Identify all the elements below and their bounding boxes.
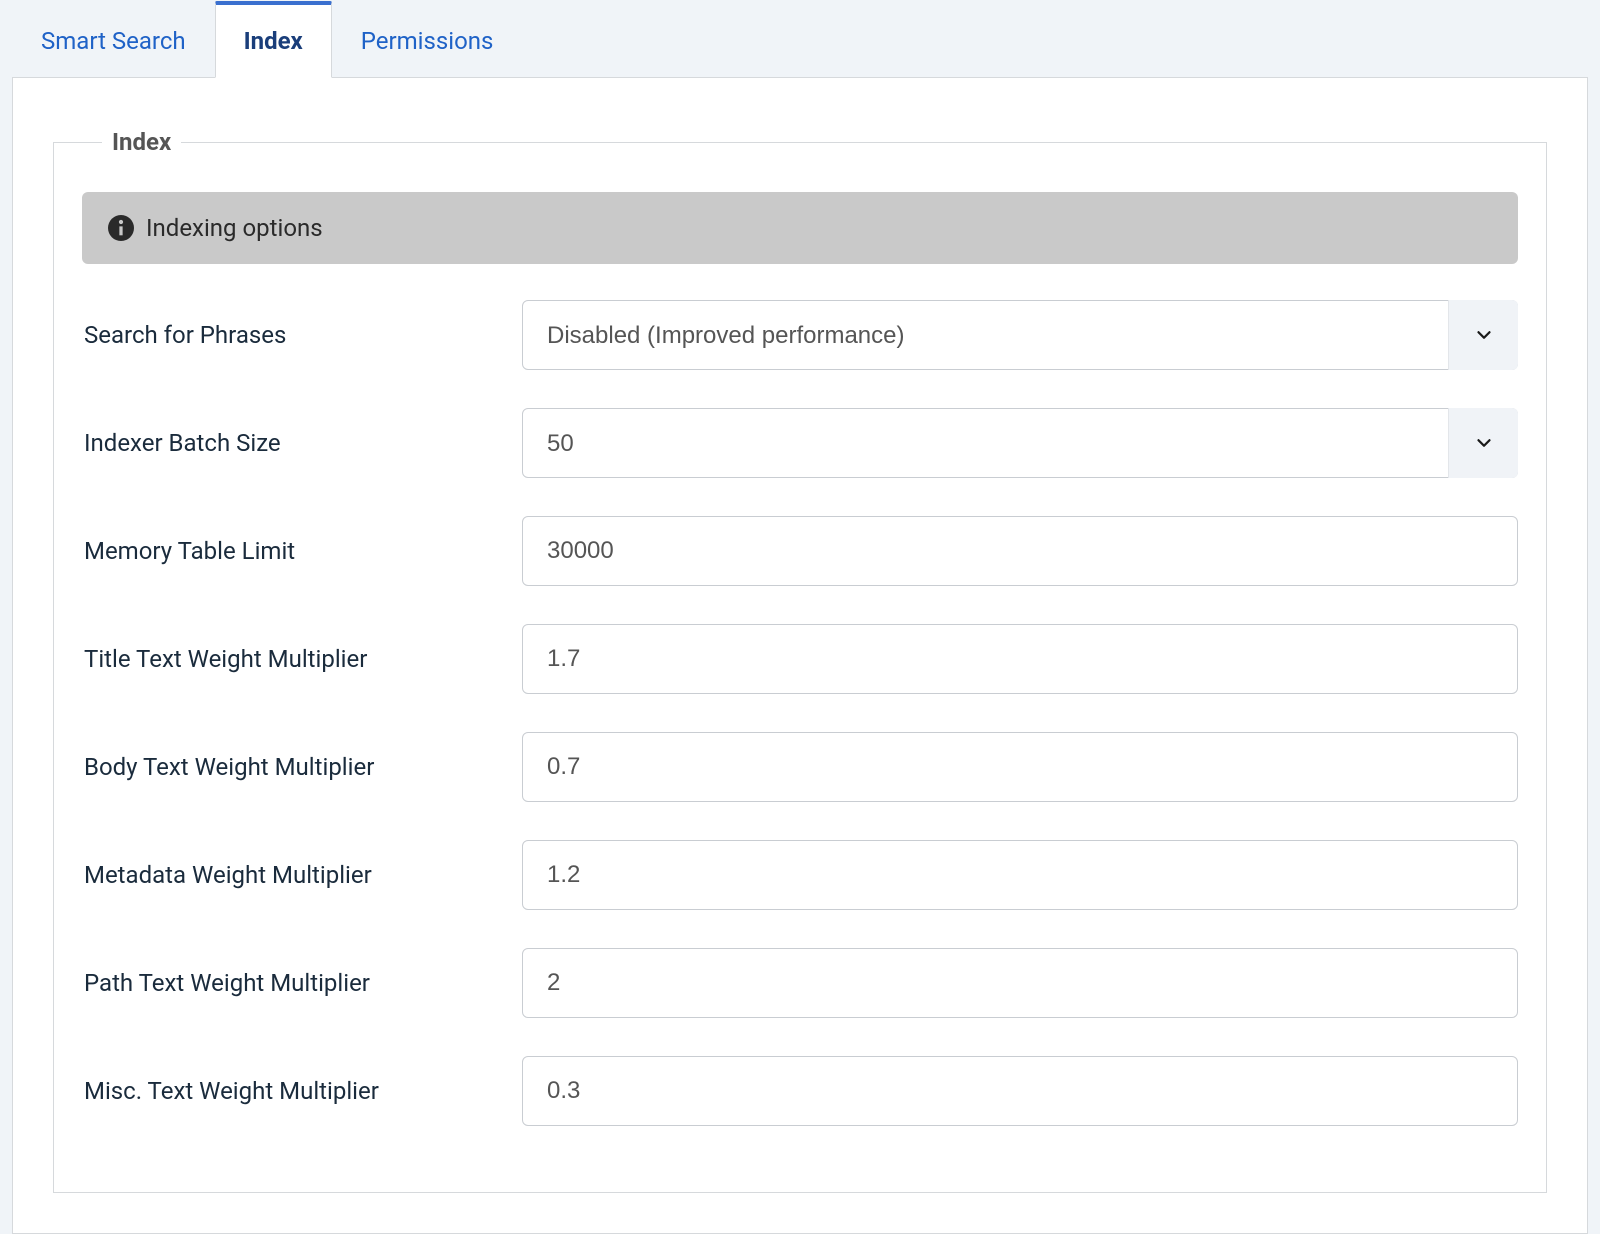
select-indexer-batch-size[interactable]: 50 bbox=[522, 408, 1518, 478]
input-memory-table-limit[interactable] bbox=[522, 516, 1518, 586]
label-metadata-weight: Metadata Weight Multiplier bbox=[82, 861, 502, 889]
label-misc-weight: Misc. Text Weight Multiplier bbox=[82, 1077, 502, 1105]
row-misc-weight: Misc. Text Weight Multiplier bbox=[82, 1056, 1518, 1126]
page-container: Smart Search Index Permissions Index Ind… bbox=[0, 0, 1600, 1234]
row-search-for-phrases: Search for Phrases Disabled (Improved pe… bbox=[82, 300, 1518, 370]
select-wrap-indexer-batch-size: 50 bbox=[522, 408, 1518, 478]
content-panel: Index Indexing options Search for Phrase… bbox=[12, 77, 1588, 1234]
tab-bar: Smart Search Index Permissions bbox=[12, 0, 1588, 77]
tab-permissions[interactable]: Permissions bbox=[332, 4, 523, 77]
input-body-weight[interactable] bbox=[522, 732, 1518, 802]
label-search-for-phrases: Search for Phrases bbox=[82, 321, 502, 349]
select-wrap-search-for-phrases: Disabled (Improved performance) bbox=[522, 300, 1518, 370]
tab-index[interactable]: Index bbox=[215, 1, 332, 78]
row-title-weight: Title Text Weight Multiplier bbox=[82, 624, 1518, 694]
row-indexer-batch-size: Indexer Batch Size 50 bbox=[82, 408, 1518, 478]
fieldset-legend: Index bbox=[102, 128, 181, 156]
label-body-weight: Body Text Weight Multiplier bbox=[82, 753, 502, 781]
index-fieldset: Index Indexing options Search for Phrase… bbox=[53, 128, 1547, 1193]
input-misc-weight[interactable] bbox=[522, 1056, 1518, 1126]
section-header: Indexing options bbox=[82, 192, 1518, 264]
row-memory-table-limit: Memory Table Limit bbox=[82, 516, 1518, 586]
tab-smart-search[interactable]: Smart Search bbox=[12, 4, 215, 77]
row-metadata-weight: Metadata Weight Multiplier bbox=[82, 840, 1518, 910]
label-memory-table-limit: Memory Table Limit bbox=[82, 537, 502, 565]
info-icon bbox=[108, 215, 134, 241]
label-title-weight: Title Text Weight Multiplier bbox=[82, 645, 502, 673]
select-search-for-phrases[interactable]: Disabled (Improved performance) bbox=[522, 300, 1518, 370]
row-body-weight: Body Text Weight Multiplier bbox=[82, 732, 1518, 802]
section-title: Indexing options bbox=[146, 214, 323, 242]
label-indexer-batch-size: Indexer Batch Size bbox=[82, 429, 502, 457]
input-path-weight[interactable] bbox=[522, 948, 1518, 1018]
input-title-weight[interactable] bbox=[522, 624, 1518, 694]
row-path-weight: Path Text Weight Multiplier bbox=[82, 948, 1518, 1018]
input-metadata-weight[interactable] bbox=[522, 840, 1518, 910]
label-path-weight: Path Text Weight Multiplier bbox=[82, 969, 502, 997]
